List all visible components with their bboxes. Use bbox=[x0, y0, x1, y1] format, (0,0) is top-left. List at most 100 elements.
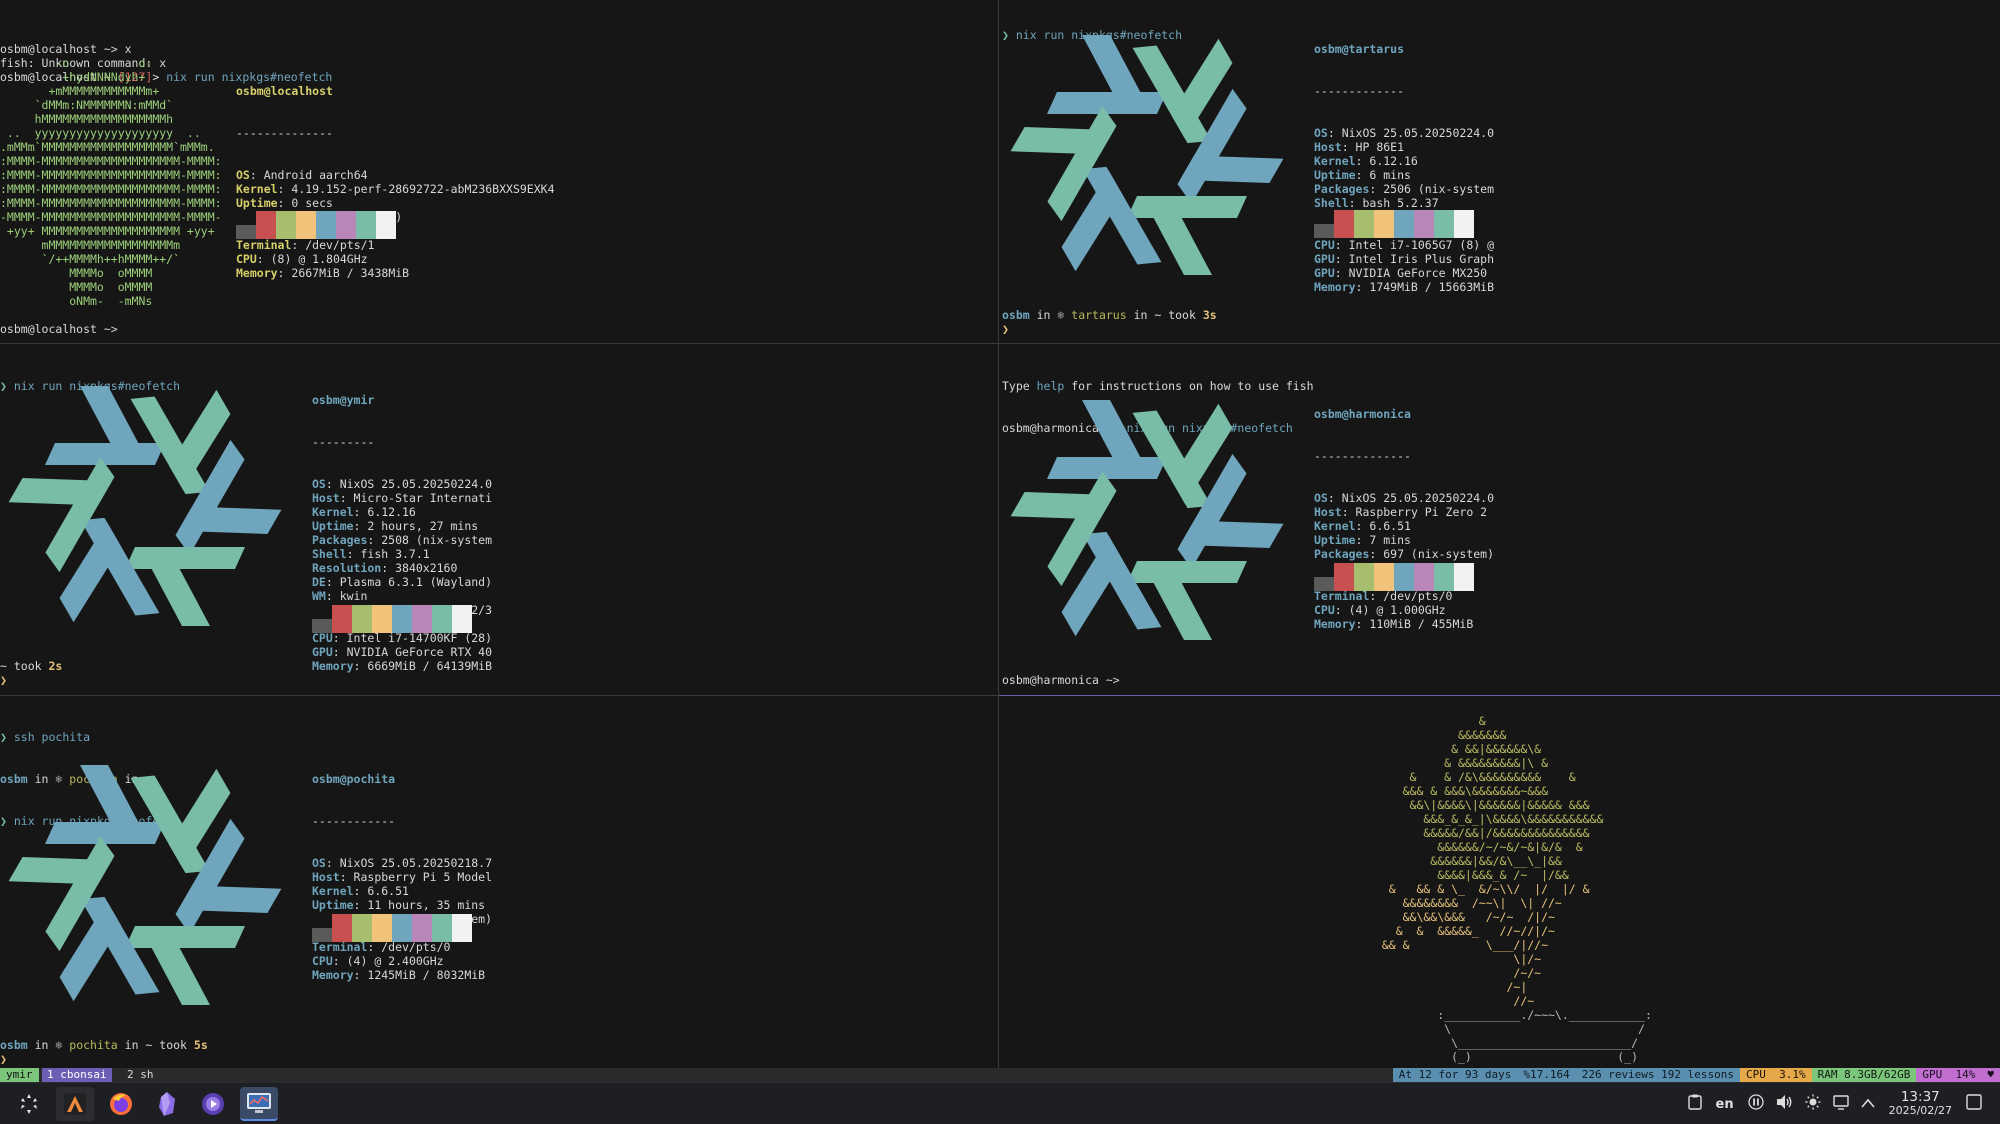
color-swatch bbox=[256, 211, 276, 225]
prompt[interactable]: osbm@harmonica ~> bbox=[1002, 673, 1120, 687]
info-key: Memory bbox=[1314, 617, 1356, 631]
terminal-pane-localhost[interactable]: osbm@localhost ~> x fish: Unknown command… bbox=[0, 14, 998, 342]
info-row: Kernel: 4.19.152-perf-28692722-abM236BXX… bbox=[236, 182, 555, 196]
ascii-line: :MMMM-MMMMMMMMMMMMMMMMMMMM-MMMM: bbox=[0, 154, 222, 168]
taskbar-app-terminal[interactable] bbox=[56, 1087, 94, 1121]
media-player-icon bbox=[202, 1093, 224, 1115]
info-row: Kernel: 6.6.51 bbox=[312, 884, 492, 898]
color-palette bbox=[1314, 210, 1474, 238]
tmux-right-status: At 12 for 93 days %17.164 226 reviews 19… bbox=[1392, 1068, 2000, 1082]
info-value: : 6 mins bbox=[1355, 168, 1411, 182]
info-key: Packages bbox=[312, 533, 368, 547]
info-value: : 6.12.16 bbox=[1355, 154, 1418, 168]
color-swatch bbox=[412, 928, 432, 942]
info-value: : 0 secs bbox=[277, 196, 333, 210]
volume-icon[interactable] bbox=[1776, 1094, 1793, 1114]
info-key: OS bbox=[236, 168, 250, 182]
tmux-window-2[interactable]: 2 sh bbox=[122, 1068, 159, 1082]
chevron-up-icon[interactable] bbox=[1860, 1097, 1875, 1112]
show-desktop-icon[interactable] bbox=[1966, 1094, 1982, 1114]
info-key: Kernel bbox=[312, 505, 354, 519]
tmux-window-1[interactable]: 1 cbonsai bbox=[42, 1068, 112, 1082]
bonsai-line: &&& & &&&\&&&&&&&~&&& bbox=[1368, 784, 1549, 798]
taskbar-app-media-player[interactable] bbox=[194, 1087, 232, 1121]
info-key: OS bbox=[1314, 126, 1328, 140]
obsidian-icon bbox=[159, 1092, 175, 1116]
info-value: : NixOS 25.05.20250218.7 bbox=[325, 856, 493, 870]
info-value: : bash 5.2.37 bbox=[1348, 196, 1439, 210]
taskbar-app-obsidian[interactable] bbox=[148, 1087, 186, 1121]
color-swatch bbox=[1334, 577, 1354, 591]
color-swatch bbox=[1434, 577, 1454, 591]
color-swatch bbox=[392, 605, 412, 619]
info-value: : (4) @ 1.000GHz bbox=[1334, 603, 1446, 617]
color-swatch bbox=[356, 225, 376, 239]
info-row: DE: Plasma 6.3.1 (Wayland) bbox=[312, 575, 492, 589]
info-key: Host bbox=[1314, 505, 1342, 519]
color-swatch bbox=[236, 211, 256, 225]
tmux-ram: RAM 8.3GB/62GB bbox=[1811, 1068, 1917, 1082]
info-key: Terminal bbox=[236, 238, 292, 252]
color-swatch bbox=[352, 928, 372, 942]
status-line: osbm in ❄ tartarus in ~ took 3s bbox=[1002, 308, 1217, 322]
color-swatch bbox=[1414, 210, 1434, 224]
info-key: Memory bbox=[1314, 280, 1356, 294]
color-swatch bbox=[316, 211, 336, 225]
info-value: : fish 3.7.1 bbox=[346, 547, 430, 561]
tmux-status-1: At 12 for 93 days bbox=[1392, 1068, 1518, 1082]
color-swatch bbox=[432, 605, 452, 619]
display-icon[interactable] bbox=[1832, 1094, 1849, 1114]
horizontal-divider-left-1 bbox=[0, 343, 998, 344]
info-row: Memory: 2667MiB / 3438MiB bbox=[236, 266, 555, 280]
title-underline: ------------ bbox=[312, 814, 396, 828]
taskbar-app-active-window[interactable] bbox=[240, 1087, 278, 1121]
terminal-pane-tartarus[interactable]: ❯ nix run nixpkgs#neofetch osbm@tartarus… bbox=[1002, 0, 2000, 342]
taskbar: en 13:37 2025/02/27 bbox=[0, 1082, 2000, 1124]
terminal-pane-ymir[interactable]: ❯ nix run nixpkgs#neofetch osbm@ymir ---… bbox=[0, 351, 998, 694]
nixos-launcher-icon bbox=[21, 1094, 37, 1114]
taskbar-app-firefox[interactable] bbox=[102, 1087, 140, 1121]
info-value: : 6669MiB / 64139MiB bbox=[353, 659, 493, 673]
brightness-icon[interactable] bbox=[1805, 1094, 1821, 1114]
info-value: : 2508 (nix-system bbox=[367, 533, 493, 547]
info-row: CPU: Intel i7-14700KF (28) bbox=[312, 631, 492, 645]
ascii-line: MMMMo oMMMM bbox=[0, 266, 153, 280]
info-row: Terminal: /dev/pts/0 bbox=[1314, 589, 1494, 603]
terminal-pane-harmonica[interactable]: Type help for instructions on how to use… bbox=[1002, 351, 2000, 694]
prompt[interactable]: osbm@localhost ~> bbox=[0, 322, 118, 336]
info-key: Kernel bbox=[1314, 519, 1356, 533]
info-key: Uptime bbox=[312, 519, 354, 533]
color-swatch bbox=[432, 914, 452, 928]
pane2-info: osbm@tartarus ------------- OS: NixOS 25… bbox=[1314, 14, 1494, 322]
info-list: OS: NixOS 25.05.20250224.0 Host: Raspberr… bbox=[1314, 491, 1494, 631]
keyboard-layout[interactable]: en bbox=[1716, 1097, 1734, 1112]
info-value: : NixOS 25.05.20250224.0 bbox=[1327, 126, 1495, 140]
app-launcher-button[interactable] bbox=[10, 1087, 48, 1121]
info-row: OS: NixOS 25.05.20250224.0 bbox=[1314, 126, 1494, 140]
color-swatch bbox=[1414, 563, 1434, 577]
info-row: OS: NixOS 25.05.20250224.0 bbox=[312, 477, 492, 491]
horizontal-divider-right-1 bbox=[999, 343, 2000, 344]
info-value: : 110MiB / 455MiB bbox=[1355, 617, 1474, 631]
clipboard-icon[interactable] bbox=[1687, 1094, 1702, 1114]
color-swatch bbox=[452, 928, 472, 942]
bonsai-line: & & /&\&&&&&&&&& & bbox=[1368, 770, 1576, 784]
media-pause-icon[interactable] bbox=[1747, 1094, 1764, 1114]
terminal-pane-cbonsai[interactable]: & &&&&&&& & &&|&&&&&&\& & &&&&&&&&&|\ & … bbox=[1002, 714, 2000, 1068]
clock[interactable]: 13:37 2025/02/27 bbox=[1889, 1090, 1952, 1118]
info-value: : 4.19.152-perf-28692722-abM236BXXS9EXK4 bbox=[277, 182, 555, 196]
info-key: CPU bbox=[312, 954, 333, 968]
info-key: CPU bbox=[236, 252, 257, 266]
terminal-pane-pochita[interactable]: ❯ ssh pochita osbm in ❄ pochita in ~ ❯ n… bbox=[0, 702, 998, 1068]
bonsai-line: /~| bbox=[1368, 980, 1528, 994]
info-value: : kwin bbox=[325, 589, 368, 603]
tmux-session[interactable]: ymir bbox=[0, 1068, 39, 1082]
horizontal-divider-right-2 bbox=[999, 695, 2000, 696]
info-value: : (4) @ 2.400GHz bbox=[332, 954, 444, 968]
ascii-line: MMMMo oMMMM bbox=[0, 280, 153, 294]
info-row: OS: NixOS 25.05.20250224.0 bbox=[1314, 491, 1494, 505]
info-key: Kernel bbox=[312, 884, 354, 898]
host-title: osbm@harmonica bbox=[1314, 407, 1411, 421]
info-key: GPU bbox=[1314, 252, 1335, 266]
info-row: Host: Micro-Star Internati bbox=[312, 491, 492, 505]
